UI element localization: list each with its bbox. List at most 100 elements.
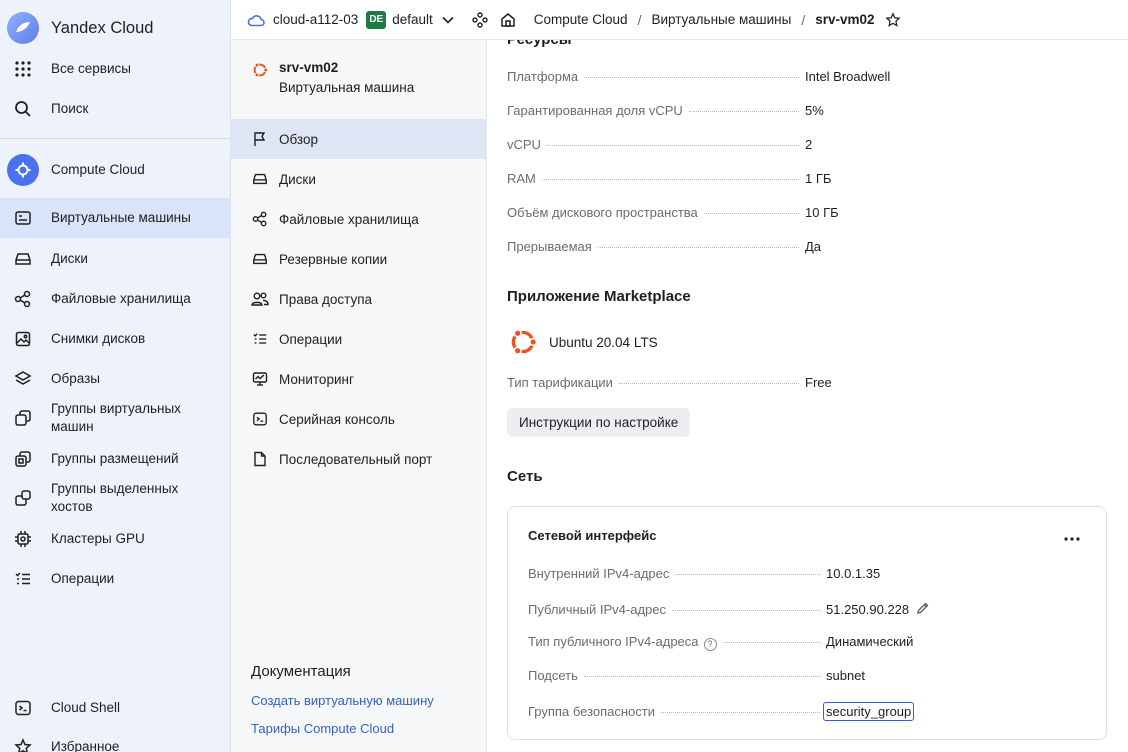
- all-services-label: Все сервисы: [51, 61, 131, 76]
- disk-icon: [12, 248, 34, 270]
- row-key: Прерываемая: [507, 239, 592, 254]
- help-icon[interactable]: ?: [703, 637, 717, 651]
- row-key: vCPU: [507, 137, 541, 152]
- favorites-button[interactable]: Избранное: [0, 736, 231, 752]
- sidebar-item-operations[interactable]: Операции: [0, 568, 231, 590]
- row-value: Динамический: [826, 634, 914, 649]
- sidebar-item-label: Операции: [51, 571, 115, 586]
- tab-label: Операции: [279, 331, 343, 347]
- security-group-link[interactable]: security_group: [823, 702, 915, 721]
- tab-access[interactable]: Права доступа: [231, 279, 486, 319]
- tab-label: Мониторинг: [279, 371, 354, 387]
- row-key: RAM: [507, 171, 536, 186]
- docs-link-create-vm[interactable]: Создать виртуальную машину: [251, 693, 434, 708]
- sidebar-item-gpu-clusters[interactable]: Кластеры GPU: [0, 528, 231, 550]
- resource-row: vCPU 2: [507, 137, 1087, 152]
- resources-title: Ресурсы: [507, 40, 572, 48]
- sidebar-item-label: Диски: [51, 251, 88, 266]
- setup-instructions-button[interactable]: Инструкции по настройке: [507, 408, 691, 437]
- network-interface-card: Сетевой интерфейс Внутренний IPv4-адрес 1…: [507, 506, 1107, 740]
- sidebar-item-label: Группы выделенных хостов: [51, 481, 179, 514]
- gpu-chip-icon: [12, 528, 34, 550]
- tab-disks[interactable]: Диски: [231, 159, 486, 199]
- tab-label: Файловые хранилища: [279, 211, 419, 227]
- row-value: Intel Broadwell: [805, 69, 891, 84]
- sidebar-item-instance-groups[interactable]: Группы виртуальных машин: [0, 400, 231, 436]
- terminal-icon: [251, 410, 269, 428]
- vm-header: srv-vm02 Виртуальная машина: [251, 60, 414, 95]
- marketplace-product: Ubuntu 20.04 LTS: [507, 326, 658, 358]
- sidebar-item-label: Снимки дисков: [51, 331, 146, 346]
- sidebar-item-placement-groups[interactable]: Группы размещений: [0, 448, 231, 470]
- card-title: Сетевой интерфейс: [528, 528, 657, 543]
- product-name: Ubuntu 20.04 LTS: [549, 334, 658, 350]
- network-title: Сеть: [507, 468, 543, 485]
- network-row: Публичный IPv4-адрес 51.250.90.228: [528, 600, 1088, 617]
- disk-icon: [251, 170, 269, 188]
- tab-label: Права доступа: [279, 291, 373, 307]
- network-row: Группа безопасности security_group: [528, 702, 1088, 721]
- top-bar: cloud-a112-03 DE default Compute Cloud /…: [231, 0, 1128, 40]
- folder-badge: DE: [366, 10, 387, 29]
- tab-label: Диски: [279, 171, 316, 187]
- tab-monitoring[interactable]: Мониторинг: [231, 359, 486, 399]
- edit-pencil-icon[interactable]: [916, 601, 930, 615]
- tab-file-storage[interactable]: Файловые хранилища: [231, 199, 486, 239]
- sidebar-item-label: Образы: [51, 371, 100, 386]
- yandex-cloud-logo[interactable]: Yandex Cloud: [0, 12, 231, 44]
- search-button[interactable]: Поиск: [0, 98, 231, 120]
- folder-selector[interactable]: default: [392, 12, 433, 27]
- resource-row: Прерываемая Да: [507, 239, 1087, 254]
- row-value: Free: [805, 375, 832, 390]
- backup-icon: [251, 250, 269, 268]
- subnet-link[interactable]: subnet: [826, 668, 865, 683]
- breadcrumb-service[interactable]: Compute Cloud: [534, 12, 628, 27]
- vm-type: Виртуальная машина: [279, 80, 415, 95]
- favorite-star-icon[interactable]: [884, 11, 901, 28]
- vm-icon: [12, 207, 34, 229]
- resource-row: Объём дискового пространства 10 ГБ: [507, 205, 1087, 220]
- tab-serial-port[interactable]: Последовательный порт: [231, 439, 486, 479]
- cloud-logo-icon: [7, 12, 39, 44]
- instance-groups-icon: [12, 407, 34, 429]
- docs-link-pricing[interactable]: Тарифы Compute Cloud: [251, 721, 394, 736]
- home-icon[interactable]: [500, 12, 516, 28]
- cloud-shell-button[interactable]: Cloud Shell: [0, 697, 231, 719]
- service-label: Compute Cloud: [51, 162, 145, 177]
- sidebar-item-host-groups[interactable]: Группы выделенных хостов: [0, 480, 231, 516]
- row-value: 1 ГБ: [805, 171, 832, 186]
- host-groups-icon: [12, 487, 34, 509]
- tab-operations[interactable]: Операции: [231, 319, 486, 359]
- sidebar-item-snapshots[interactable]: Снимки дисков: [0, 328, 231, 350]
- tariff-row: Тип тарификации Free: [507, 375, 1087, 390]
- service-switch-icon[interactable]: [472, 11, 488, 28]
- tab-label: Последовательный порт: [279, 451, 433, 467]
- breadcrumb-vms[interactable]: Виртуальные машины: [651, 12, 791, 27]
- tab-serial-console[interactable]: Серийная консоль: [231, 399, 486, 439]
- sidebar-item-file-storage[interactable]: Файловые хранилища: [0, 288, 231, 310]
- sidebar-item-label: Виртуальные машины: [51, 210, 191, 225]
- tab-overview[interactable]: Обзор: [231, 119, 486, 159]
- chevron-down-icon[interactable]: [442, 16, 454, 24]
- resource-row: RAM 1 ГБ: [507, 171, 1087, 186]
- tab-backups[interactable]: Резервные копии: [231, 239, 486, 279]
- star-icon: [12, 736, 34, 752]
- all-services-button[interactable]: Все сервисы: [0, 58, 231, 80]
- service-compute-cloud[interactable]: Compute Cloud: [0, 154, 231, 186]
- search-icon: [12, 98, 34, 120]
- cloud-selector[interactable]: cloud-a112-03: [273, 12, 358, 27]
- ubuntu-icon: [251, 61, 269, 95]
- tab-label: Серийная консоль: [279, 411, 395, 427]
- sidebar-item-vms[interactable]: Виртуальные машины: [0, 198, 231, 238]
- tab-label: Обзор: [279, 131, 318, 147]
- row-key: Группа безопасности: [528, 704, 655, 719]
- row-value: 2: [805, 137, 813, 152]
- sidebar-item-disks[interactable]: Диски: [0, 248, 231, 270]
- marketplace-title: Приложение Marketplace: [507, 288, 691, 305]
- more-menu-icon[interactable]: [1064, 537, 1080, 541]
- row-key: Тип публичного IPv4-адреса: [528, 634, 699, 649]
- compute-cloud-icon: [7, 154, 39, 186]
- sidebar-item-images[interactable]: Образы: [0, 368, 231, 390]
- tab-label: Резервные копии: [279, 251, 388, 267]
- network-row: Подсеть subnet: [528, 668, 1088, 683]
